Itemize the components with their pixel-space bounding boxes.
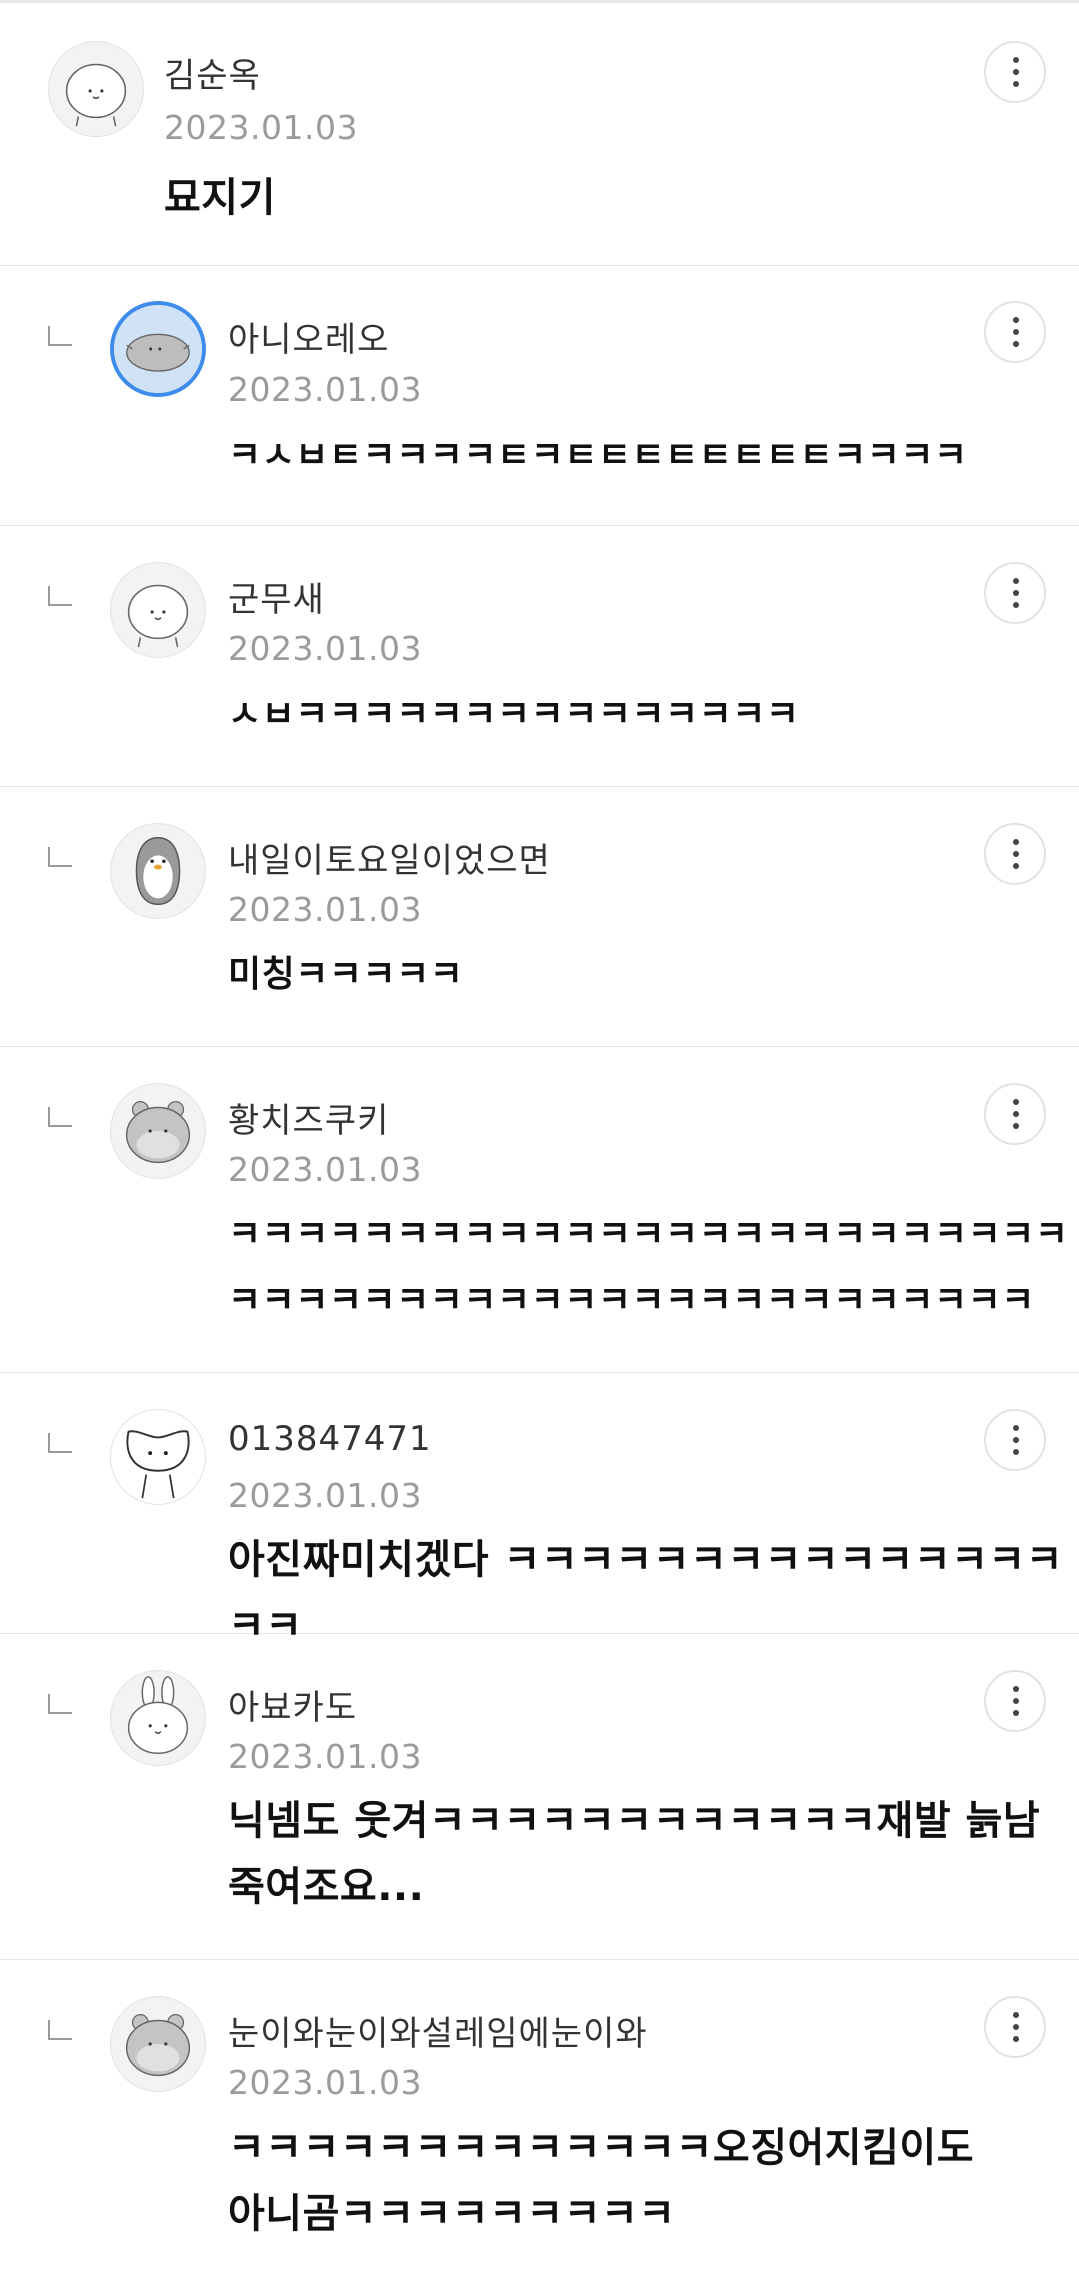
more-options-button[interactable] [984,41,1046,103]
reply-indicator-icon [48,586,72,606]
more-options-button[interactable] [984,1409,1046,1471]
comment-date: 2023.01.03 [228,370,422,409]
comment-text-line: 아니곰ㅋㅋㅋㅋㅋㅋㅋㅋㅋ [228,2191,676,2237]
avatar[interactable] [48,41,144,137]
comment-nickname[interactable]: 아뵤카도 [228,1680,357,1729]
comment-nickname[interactable]: 내일이토요일이었으면 [228,833,551,882]
reply-item: 군무새 2023.01.03 ㅅㅂㅋㅋㅋㅋㅋㅋㅋㅋㅋㅋㅋㅋㅋㅋㅋ [0,526,1079,787]
reply-item: 013847471 2023.01.03 아진짜미치겠다 ㅋㅋㅋㅋㅋㅋㅋㅋㅋㅋㅋ… [0,1373,1079,1649]
comment-nickname[interactable]: 군무새 [228,572,325,621]
avatar[interactable] [110,1996,206,2092]
reply-item: 황치즈쿠키 2023.01.03 ㅋㅋㅋㅋㅋㅋㅋㅋㅋㅋㅋㅋㅋㅋㅋㅋㅋㅋㅋㅋㅋㅋㅋ… [0,1047,1079,1373]
comment-date: 2023.01.03 [228,629,422,668]
face-icon [65,63,127,127]
reply-item: 내일이토요일이었으면 2023.01.03 미칭ㅋㅋㅋㅋㅋ [0,787,1079,1047]
comment-text: ㅅㅂㅋㅋㅋㅋㅋㅋㅋㅋㅋㅋㅋㅋㅋㅋㅋ [228,694,800,735]
reply-indicator-icon [48,1694,72,1714]
comment-nickname[interactable]: 황치즈쿠키 [228,1093,389,1142]
comment-date: 2023.01.03 [228,2063,422,2102]
comment-item: 김순옥 2023.01.03 묘지기 [0,3,1079,266]
reply-indicator-icon [48,326,72,346]
comment-text-line: ㅋㅋㅋㅋㅋㅋㅋㅋㅋㅋㅋㅋㅋㅋㅋㅋㅋㅋㅋㅋㅋㅋㅋㅋ [228,1280,1035,1321]
reply-indicator-icon [48,1433,72,1453]
comment-text-line: 닉넴도 웃겨ㅋㅋㅋㅋㅋㅋㅋㅋㅋㅋㅋㅋ재발 늙남 [228,1798,1041,1844]
comment-date: 2023.01.03 [228,890,422,929]
mole-icon [114,305,202,393]
avatar[interactable] [110,823,206,919]
comment-nickname[interactable]: 김순옥 [164,48,261,97]
more-options-button[interactable] [984,1996,1046,2058]
penguin-icon [135,836,181,906]
hamster-icon [125,1100,191,1164]
comment-text: ㅋㅅㅂㅌㅋㅋㅋㅋㅌㅋㅌㅌㅌㅌㅌㅌㅌㅌㅋㅋㅋㅋ [228,435,968,476]
comment-text-line: ㅋㅋㅋㅋㅋㅋㅋㅋㅋㅋㅋㅋㅋ오징어지킴이도 [228,2125,974,2171]
comment-nickname[interactable]: 눈이와눈이와설레임에눈이와 [228,2006,648,2055]
comment-date: 2023.01.03 [228,1737,422,1776]
comment-text: 묘지기 [164,175,276,221]
cat-icon [126,1430,190,1499]
more-options-button[interactable] [984,1083,1046,1145]
avatar[interactable] [110,1083,206,1179]
reply-indicator-icon [48,2020,72,2040]
avatar[interactable] [110,562,206,658]
reply-indicator-icon [48,1107,72,1127]
avatar[interactable] [110,301,206,397]
avatar[interactable] [110,1409,206,1505]
more-options-button[interactable] [984,301,1046,363]
comment-text-line: 죽여조요... [228,1864,425,1910]
comment-nickname[interactable]: 아니오레오 [228,312,389,361]
reply-item: 아니오레오 2023.01.03 ㅋㅅㅂㅌㅋㅋㅋㅋㅌㅋㅌㅌㅌㅌㅌㅌㅌㅌㅋㅋㅋㅋ [0,266,1079,526]
more-options-button[interactable] [984,1670,1046,1732]
comment-date: 2023.01.03 [228,1476,422,1515]
comment-date: 2023.01.03 [228,1150,422,1189]
reply-item: 아뵤카도 2023.01.03 닉넴도 웃겨ㅋㅋㅋㅋㅋㅋㅋㅋㅋㅋㅋㅋ재발 늙남 … [0,1634,1079,1960]
rabbit-icon [127,1676,189,1754]
comment-date: 2023.01.03 [164,108,358,147]
avatar[interactable] [110,1670,206,1766]
more-options-button[interactable] [984,562,1046,624]
face-icon [127,584,189,648]
comment-text: 미칭ㅋㅋㅋㅋㅋ [228,954,464,995]
reply-indicator-icon [48,847,72,867]
reply-item: 눈이와눈이와설레임에눈이와 2023.01.03 ㅋㅋㅋㅋㅋㅋㅋㅋㅋㅋㅋㅋㅋ오징… [0,1960,1079,2283]
hamster-icon [125,2013,191,2077]
comment-nickname[interactable]: 013847471 [228,1419,432,1459]
more-options-button[interactable] [984,823,1046,885]
